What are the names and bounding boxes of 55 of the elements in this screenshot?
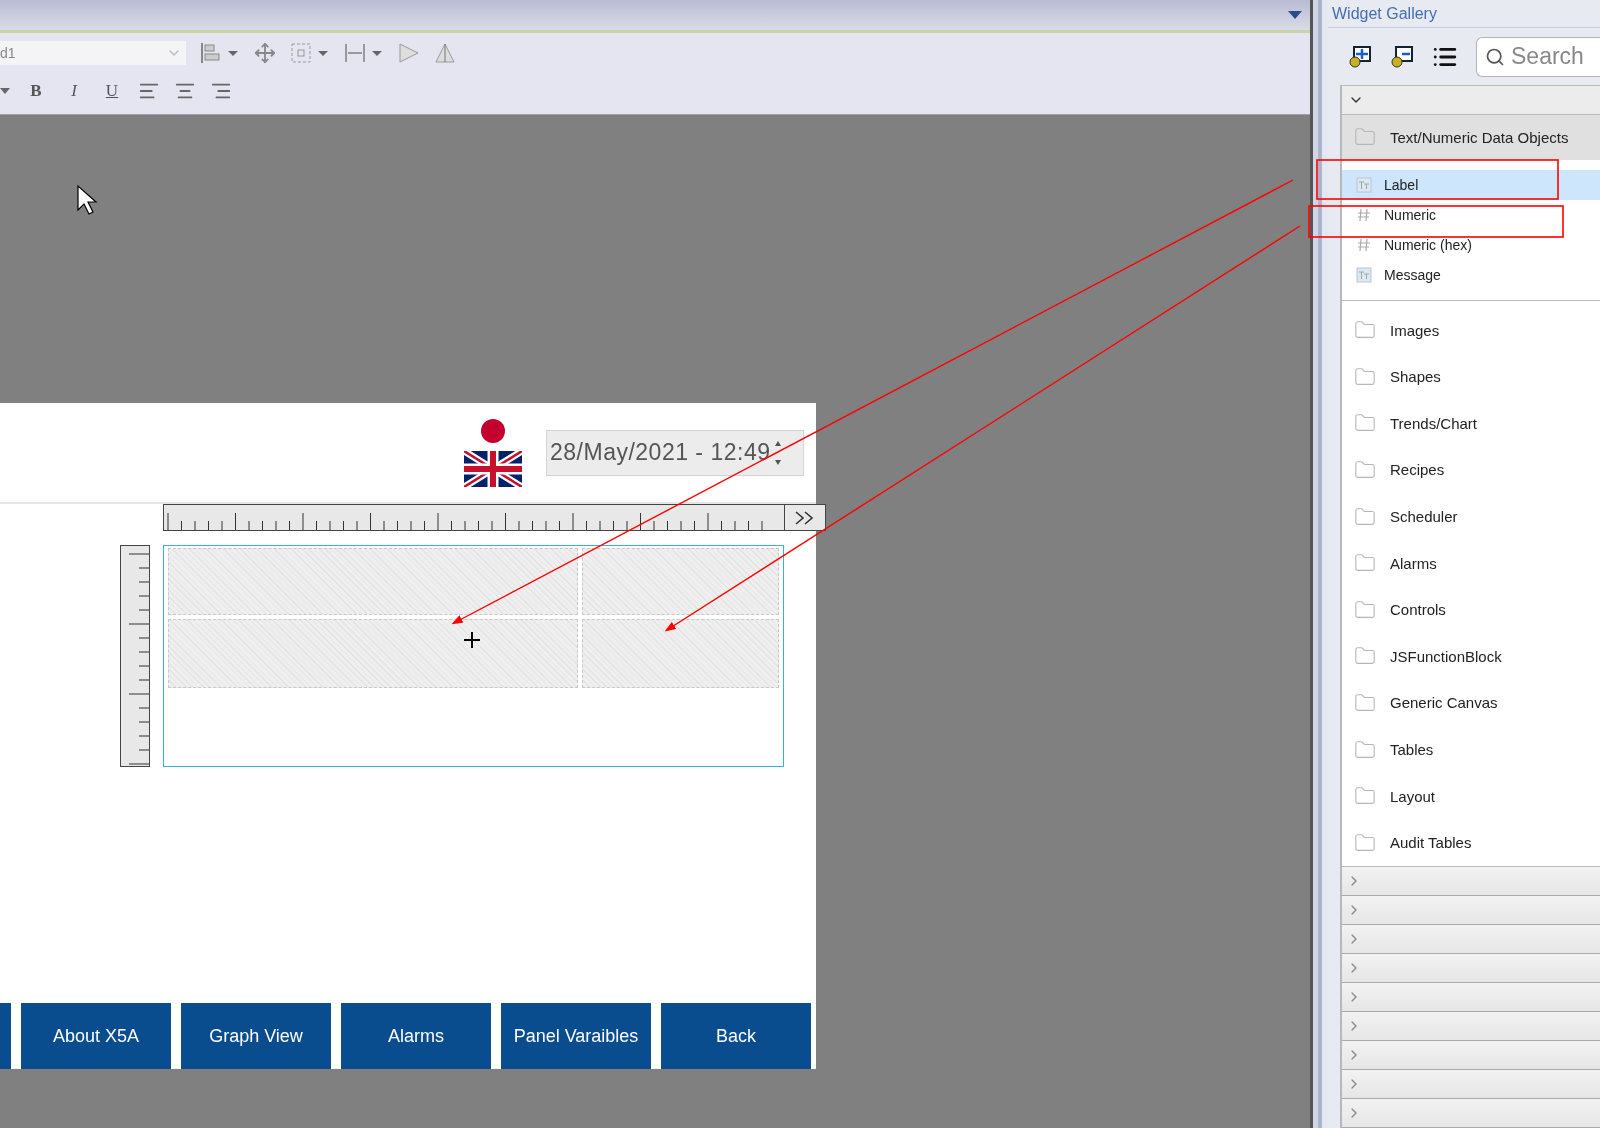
hash-icon: [1356, 236, 1372, 253]
gallery-item[interactable]: Label: [1342, 169, 1600, 200]
category-item[interactable]: Alarms: [1342, 539, 1600, 587]
gallery-item[interactable]: Numeric: [1342, 199, 1600, 230]
category-item[interactable]: Controls: [1342, 586, 1600, 634]
folder-icon: [1354, 365, 1376, 388]
category-item[interactable]: Tables: [1342, 726, 1600, 773]
folder-icon: [1354, 458, 1376, 481]
folder-icon: [1354, 691, 1376, 714]
folder-icon: [1354, 738, 1376, 761]
category-item[interactable]: Images: [1342, 306, 1600, 354]
dropdown-arrow-icon[interactable]: [0, 88, 10, 94]
category-item[interactable]: Generic Canvas: [1342, 679, 1600, 727]
folder-icon: [1354, 505, 1376, 528]
dropdown-arrow-icon[interactable]: [1288, 11, 1302, 19]
hash-icon: [1356, 206, 1372, 223]
text-type-icon: [1356, 266, 1372, 283]
nav-button[interactable]: Panel Varaibles: [501, 1003, 651, 1069]
text-type-icon: [1356, 176, 1372, 193]
underline-button[interactable]: U: [100, 81, 124, 101]
search-icon: [1485, 46, 1505, 67]
category-item[interactable]: Shapes: [1342, 353, 1600, 401]
category-item[interactable]: Scheduler: [1342, 493, 1600, 540]
flag-icon[interactable]: [464, 450, 522, 487]
gallery-item[interactable]: Message: [1342, 259, 1600, 290]
group-title: Text/Numeric Data Objects: [1390, 128, 1569, 146]
nav-button[interactable]: About X5A: [21, 1003, 171, 1069]
date-time-field[interactable]: 28/May/2021 - 12:49: [546, 429, 804, 476]
category-item[interactable]: Trends/Chart: [1342, 400, 1600, 447]
folder-icon: [1354, 598, 1376, 621]
mouse-pointer-icon: [77, 184, 98, 215]
folder-icon: [1354, 831, 1376, 854]
bold-button[interactable]: B: [24, 81, 48, 101]
align-objects-icon[interactable]: [200, 42, 240, 64]
nav-button[interactable]: Back: [661, 1003, 811, 1069]
splitter-bar[interactable]: [1310, 0, 1328, 1128]
group-header[interactable]: Text/Numeric Data Objects: [1342, 114, 1600, 160]
italic-button[interactable]: I: [62, 81, 86, 101]
category-item[interactable]: Recipes: [1342, 446, 1600, 494]
gallery-item[interactable]: Numeric (hex): [1342, 229, 1600, 260]
category-item[interactable]: Audit Tables: [1342, 819, 1600, 866]
spacing-icon[interactable]: [344, 42, 384, 64]
double-chevron-icon: [794, 510, 816, 525]
category-item[interactable]: Layout: [1342, 772, 1600, 820]
group-icon[interactable]: [290, 42, 330, 64]
remove-widget-icon[interactable]: [1390, 44, 1414, 69]
move-icon[interactable]: [254, 42, 276, 64]
add-widget-icon[interactable]: [1348, 44, 1372, 69]
crosshair-cursor-icon: [463, 631, 481, 649]
nav-button[interactable]: Alarms: [341, 1003, 491, 1069]
flag-icon[interactable]: [481, 418, 505, 443]
category-item[interactable]: JSFunctionBlock: [1342, 633, 1600, 680]
nav-button[interactable]: Graph View: [181, 1003, 331, 1069]
panel-title: Widget Gallery: [1328, 0, 1600, 29]
search-field[interactable]: Search: [1476, 36, 1600, 77]
